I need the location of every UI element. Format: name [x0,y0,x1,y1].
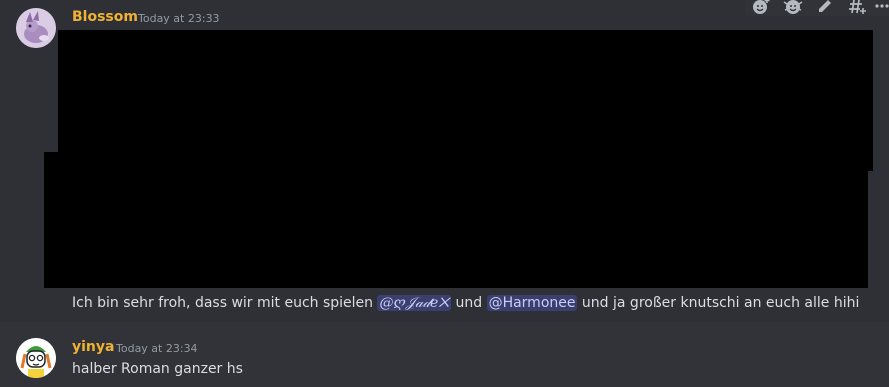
avatar-blossom[interactable] [16,8,56,48]
create-thread-icon [849,0,866,14]
message-content-yinya: halber Roman ganzer hs [72,361,243,377]
user-mention-jade[interactable]: @ღ𝒥𝒶𝒹𝑒✕ [377,295,452,311]
message-text-part: und ja großer knutschi an euch alle hihi [577,295,860,311]
edit-icon [819,0,831,12]
add-reaction-icon [753,0,770,14]
more-button[interactable] [873,0,889,16]
avatar-yinya[interactable] [16,338,56,378]
purple-creature-icon [16,8,56,48]
super-reaction-button[interactable] [777,0,809,16]
message-content-blossom: Ich bin sehr froh, dass wir mit euch spi… [72,292,859,314]
more-icon [875,4,889,8]
create-thread-button[interactable] [841,0,873,16]
redacted-attachment-bottom [44,152,868,288]
redacted-attachment-top [58,30,873,171]
edit-button[interactable] [809,0,841,16]
user-mention-harmonee[interactable]: @Harmonee [486,295,578,311]
timestamp-yinya: Today at 23:34 [116,342,198,355]
message-text-part: und [451,295,487,311]
message-text-part: Ich bin sehr froh, dass wir mit euch spi… [72,295,378,311]
message-toolbar [745,0,889,16]
super-reaction-icon [783,0,803,14]
timestamp-blossom: Today at 23:33 [138,12,220,25]
username-blossom[interactable]: Blossom [72,9,138,25]
cartoon-character-icon [16,338,56,378]
username-yinya[interactable]: yinya [72,339,114,355]
add-reaction-button[interactable] [745,0,777,16]
